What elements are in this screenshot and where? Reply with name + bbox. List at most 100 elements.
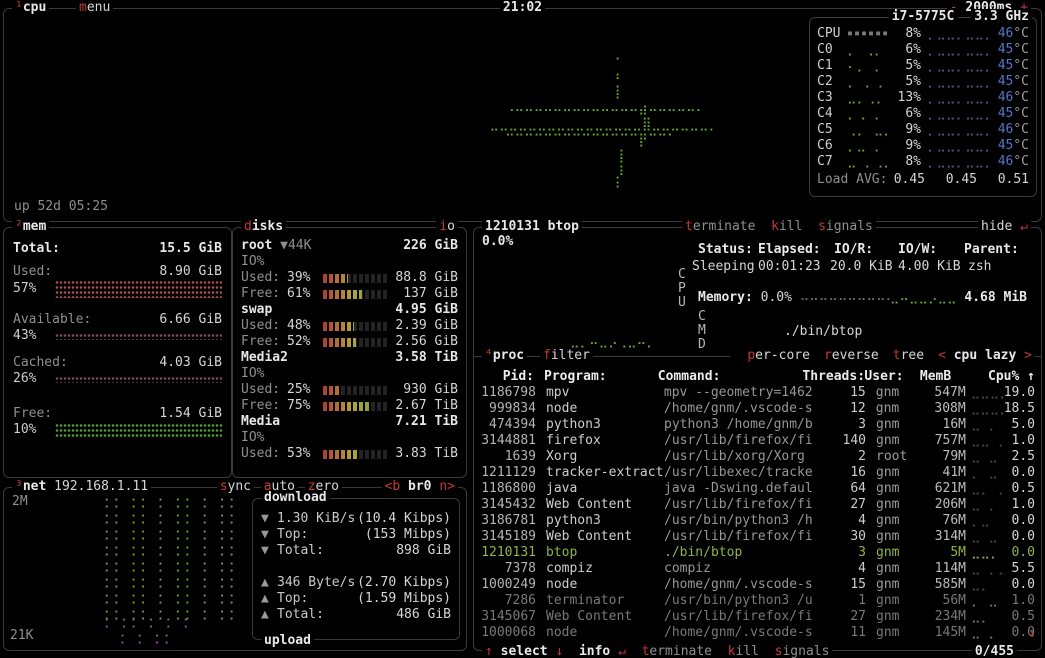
scroll-down-icon[interactable]: ↓ [1028, 626, 1036, 642]
process-row[interactable]: 1000068 node /home/gnm/.vscode-s 11 gnm … [474, 625, 1041, 641]
process-command: /usr/lib/xorg/Xorg [664, 449, 814, 465]
core-row: CPU ▪▪▪▪▪▪▪▪▪▪▪▪ 8% ⡀⣀⣀⡀⣀⣀⡀⣀ 46°C [810, 26, 1036, 42]
mem-free-row: Free:1.54 GiB [13, 406, 222, 422]
detail-cpu-percent: 0.0% [482, 234, 513, 250]
process-program: python3 [546, 417, 664, 433]
terminate-button[interactable]: terminate [685, 219, 755, 234]
proc-box-title[interactable]: ⁴proc [482, 348, 527, 363]
disks-io-toggle[interactable]: io [436, 219, 458, 234]
core-name: C1 [817, 58, 847, 74]
kill-button[interactable]: kill [771, 219, 802, 234]
select-hint[interactable]: select [501, 644, 548, 658]
download-stat-row: ▼ Top: (153 Mibps) [253, 527, 459, 543]
command-header[interactable]: Command: [658, 369, 803, 385]
cpu-box-title[interactable]: ¹cpu [12, 0, 49, 15]
detail-cmd-axis-label: C M D [698, 310, 706, 352]
kill-hint[interactable]: kill [728, 644, 759, 658]
info-hint[interactable]: info [579, 644, 610, 658]
mem-box: ²mem Total:15.5 GiB Used:8.90 GiB 57% Av… [3, 227, 232, 478]
process-row[interactable]: 1186798 mpv mpv --geometry=1462 15 gnm 5… [474, 385, 1041, 401]
process-threads: 16 [814, 465, 866, 481]
user-header[interactable]: User: [864, 369, 906, 385]
stat-value: (10.4 Kibps) [355, 511, 451, 527]
process-pid: 999834 [480, 401, 536, 417]
core-usage-meter: ⡀ ⢀⡀ ⡀ ⢀ ⡀ [847, 42, 887, 58]
disk-io-row: IO% [241, 366, 458, 382]
process-row[interactable]: 3145067 Web Content /usr/lib/firefox/fi … [474, 609, 1041, 625]
process-row[interactable]: 474394 python3 python3 /home/gnm/b 3 gnm… [474, 417, 1041, 433]
core-temperature: 45°C [989, 58, 1029, 74]
process-row[interactable]: 3144881 firefox /usr/lib/firefox/fi 140 … [474, 433, 1041, 449]
cpu-header[interactable]: Cpu% ↑ [988, 369, 1035, 385]
pid-header[interactable]: Pid: [480, 369, 534, 385]
filter-button[interactable]: filter [540, 348, 593, 363]
threads-header[interactable]: Threads: [802, 369, 854, 385]
terminate-hint[interactable]: terminate [642, 644, 712, 658]
menu-button[interactable]: menu [76, 0, 113, 15]
mem-total-row: Total:15.5 GiB [13, 241, 222, 257]
core-temperature: 46°C [989, 122, 1029, 138]
process-program: node [546, 577, 664, 593]
core-row: C7 ⣀ ⡀⢀⡀ ⣀⢀ 8% ⡀⣀⣀⡀⣀⣀⡀⣀ 46°C [810, 154, 1036, 170]
process-row[interactable]: 999834 node /home/gnm/.vscode-s 12 gnm 3… [474, 401, 1041, 417]
tree-toggle[interactable]: tree [893, 348, 924, 363]
disk-name-row: Media23.58 TiB [241, 350, 458, 366]
interface-prev-button[interactable]: <b [385, 479, 401, 494]
hide-button[interactable]: hide ↵ [978, 219, 1031, 234]
process-pid: 1210131 [480, 545, 536, 561]
net-box-title[interactable]: ³net 192.168.1.11 [12, 479, 151, 494]
process-memory: 234M [920, 609, 966, 625]
process-cpu-percent: 19.0 [1004, 385, 1035, 401]
signals-button[interactable]: signals [818, 219, 873, 234]
signals-hint[interactable]: signals [775, 644, 830, 658]
process-memory: 79M [920, 449, 966, 465]
disk-used-row: Used:39%88.8 GiB [241, 270, 458, 286]
interface-next-button[interactable]: n> [439, 479, 455, 494]
process-row[interactable]: 1639 Xorg /usr/lib/xorg/Xorg 2 root 79M … [474, 449, 1041, 465]
net-stats-panel: download upload ▼ 1.30 KiB/s (10.4 Kibps… [252, 498, 460, 640]
process-row[interactable]: 7378 compiz compiz 4 gnm 114M ⣀ ⡀⣀ 5.5 [474, 561, 1041, 577]
process-program: Xorg [546, 449, 664, 465]
disks-box-title[interactable]: disks [241, 219, 286, 234]
process-cpu-sparkline: ⣀⣀ ⡀ [966, 433, 1004, 449]
download-label: download [261, 490, 330, 505]
process-row[interactable]: 1000249 node /home/gnm/.vscode-s 15 gnm … [474, 577, 1041, 593]
process-row[interactable]: 1211129 tracker-extract /usr/libexec/tra… [474, 465, 1041, 481]
process-user: gnm [876, 545, 920, 561]
core-usage-meter: ⣀ ⡀⢀⡀ ⣀⢀ [847, 154, 887, 170]
process-row[interactable]: 1210131 btop ./bin/btop 3 gnm 5M ⣀⣀⡀ 0.0 [474, 545, 1041, 561]
process-cpu-percent: 1.0 [1004, 593, 1035, 609]
sort-selector[interactable]: < cpu lazy > [938, 348, 1032, 363]
net-download-graph: ⡂⡂ ⡂⡂ ⡂ ⡂⡂ ⡂ ⡂⡂ ⡂⡂ ⡂⡂ ⡂ ⡂⡂ ⡂ ⡂⡂ ⡂⡂ ⡂⡂ ⡂ … [10, 494, 238, 622]
net-sync-toggle[interactable]: sync [217, 479, 254, 494]
per-core-toggle[interactable]: per-core [747, 348, 810, 363]
process-cpu-sparkline: ⣀ ⣀ [966, 449, 1004, 465]
core-usage-percent: 5% [887, 74, 921, 90]
process-row[interactable]: 7286 terminator /usr/bin/python3 /u 1 gn… [474, 593, 1041, 609]
process-row[interactable]: 3145189 Web Content /usr/lib/firefox/fi … [474, 529, 1041, 545]
process-row[interactable]: 3186781 python3 /usr/bin/python3 /h 4 gn… [474, 513, 1041, 529]
process-row[interactable]: 1186800 java java -Dswing.defaul 64 gnm … [474, 481, 1041, 497]
process-row[interactable]: 3145432 Web Content /usr/lib/firefox/fi … [474, 497, 1041, 513]
down-key-icon[interactable]: ↓ [555, 644, 563, 658]
core-temperature: 46°C [989, 90, 1029, 106]
mem-box-title[interactable]: ²mem [12, 219, 49, 234]
core-row: C0 ⡀ ⢀⡀ ⡀ ⢀ ⡀ 6% ⡀⣀⣀⡀⣀⣀⡀⣀ 45°C [810, 42, 1036, 58]
stat-label: Top: [277, 527, 308, 543]
net-interface-selector[interactable]: <b br0 n> [382, 479, 458, 494]
sort-next-button[interactable]: > [1024, 348, 1032, 363]
process-cpu-percent: 5.0 [1004, 417, 1035, 433]
sort-prev-button[interactable]: < [938, 348, 946, 363]
disk-used-meter [323, 274, 387, 283]
mem-header[interactable]: MemB [907, 369, 951, 385]
process-program: compiz [546, 561, 664, 577]
reverse-toggle[interactable]: reverse [824, 348, 879, 363]
process-cpu-percent: 2.5 [1004, 449, 1035, 465]
disk-free-meter [323, 290, 387, 299]
detail-cpu-axis-label: C P U [678, 268, 686, 310]
cpu-core-panel: i7-5775C 3.3 GHz CPU ▪▪▪▪▪▪▪▪▪▪▪▪ 8% ⡀⣀⣀… [809, 17, 1037, 197]
disk-free-meter [323, 402, 387, 411]
up-key-icon[interactable]: ↑ [485, 644, 493, 658]
process-cpu-sparkline: ⣀ ⣀ [966, 529, 1004, 545]
program-header[interactable]: Program: [544, 369, 658, 385]
